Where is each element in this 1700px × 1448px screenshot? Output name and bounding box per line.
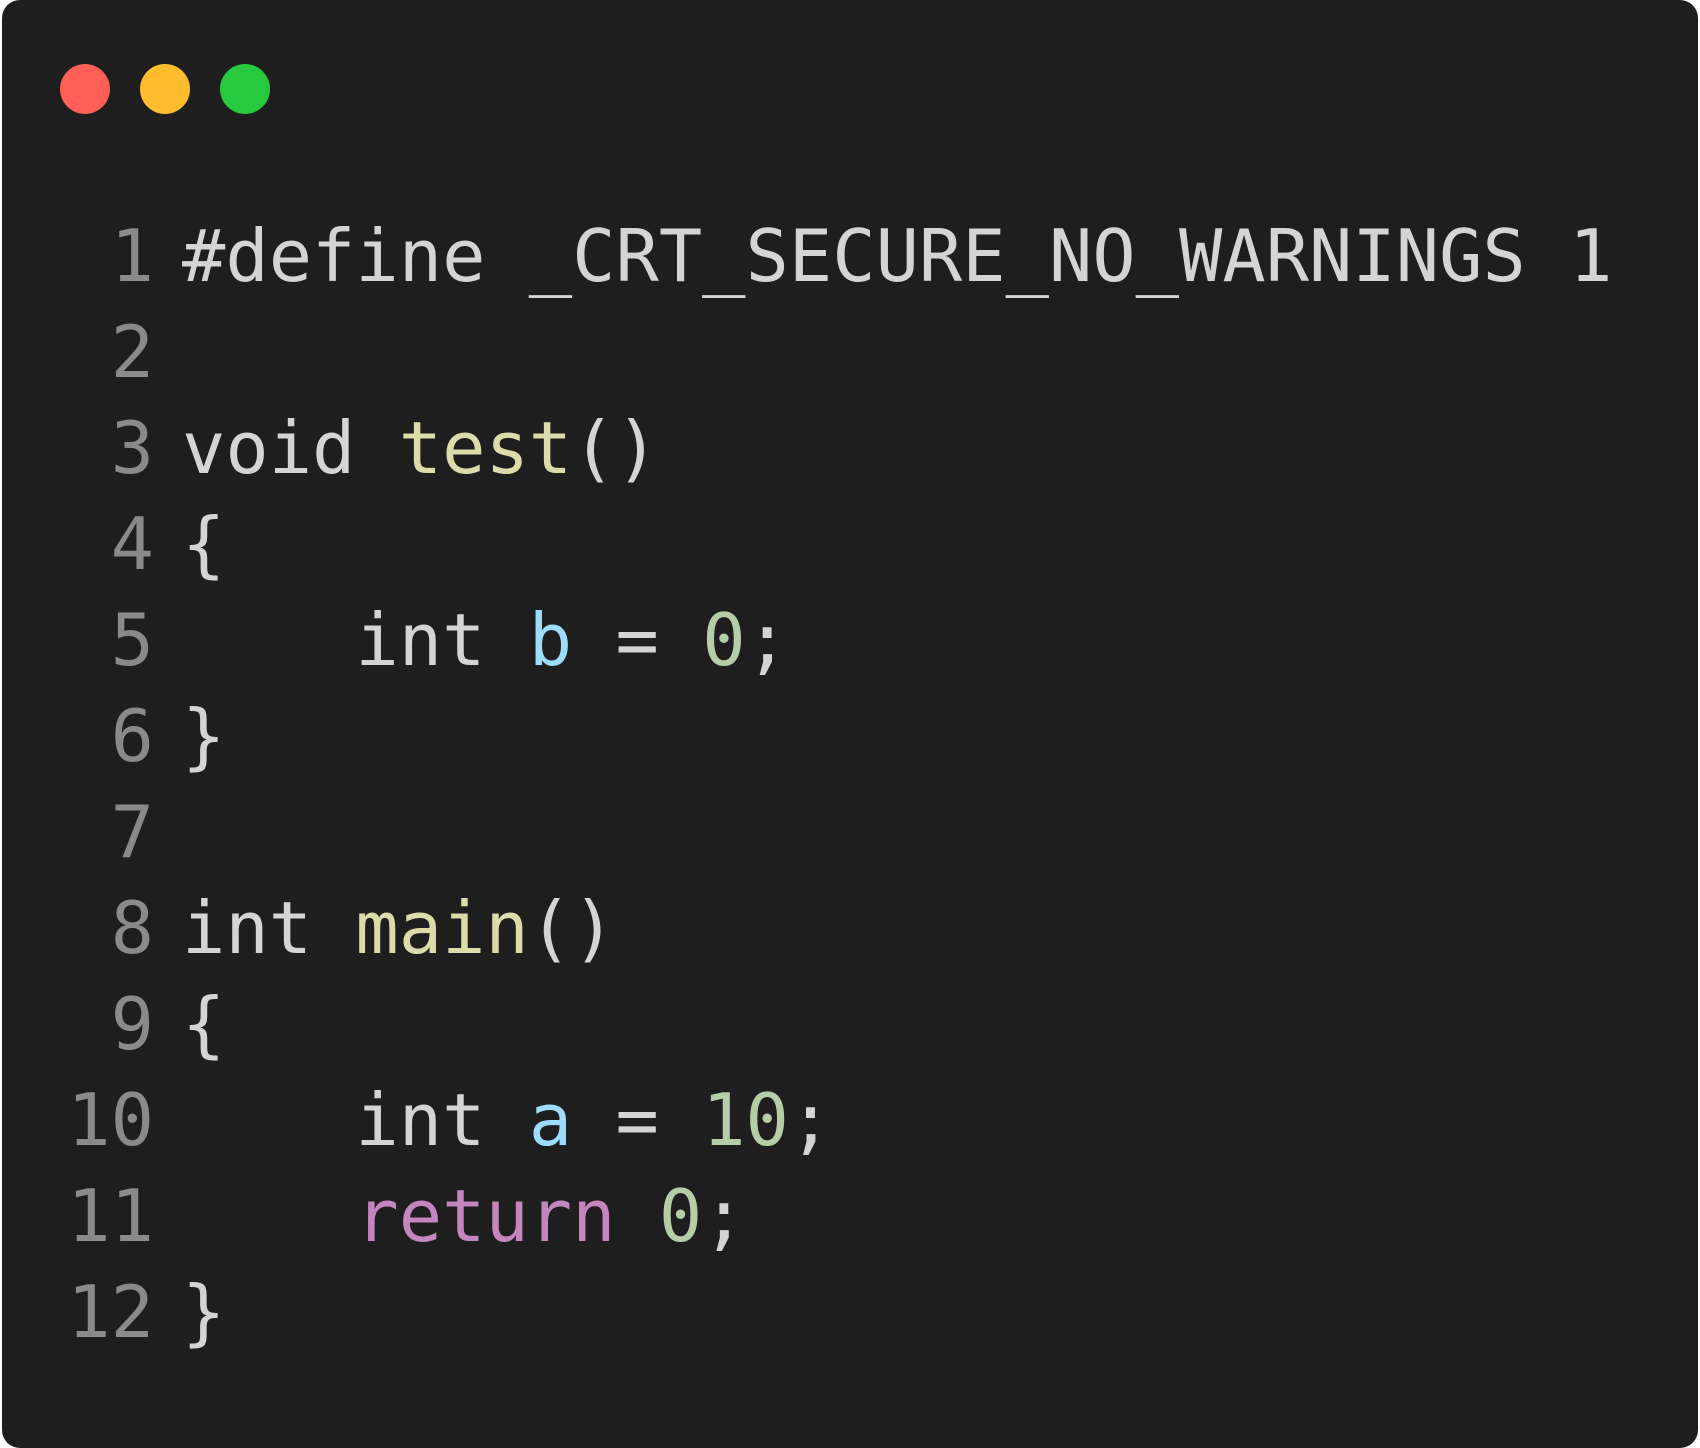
code-line: 9{	[2, 976, 1698, 1072]
code-line: 5 int b = 0;	[2, 592, 1698, 688]
code-line: 10 int a = 10;	[2, 1072, 1698, 1168]
code-window: 1 #define _CRT_SECURE_NO_WARNINGS 1 2 3 void…	[2, 0, 1698, 1448]
code-token-text: int	[182, 886, 356, 970]
code-line: 6}	[2, 688, 1698, 784]
code-line: 3 void test()	[2, 400, 1698, 496]
code-block: 1 #define _CRT_SECURE_NO_WARNINGS 1 2 3 void…	[2, 208, 1698, 1360]
code-line: 8 int main()	[2, 880, 1698, 976]
line-source	[154, 304, 1698, 400]
code-line: 4{	[2, 496, 1698, 592]
code-token-number: 10	[702, 1078, 789, 1162]
code-token-text: int	[182, 1078, 529, 1162]
code-token-variable: a	[528, 1078, 573, 1162]
line-number: 6	[110, 694, 154, 778]
code-token-text: #define _CRT_SECURE_NO_WARNINGS 1	[182, 214, 1613, 298]
code-token-function: test	[398, 406, 573, 490]
code-token-text: }	[182, 694, 226, 778]
code-token-text: int	[182, 598, 529, 682]
line-number: 10	[67, 1078, 154, 1162]
code-token-text: ()	[528, 886, 616, 970]
code-line: 12}	[2, 1264, 1698, 1360]
code-token-text: =	[572, 1078, 703, 1162]
line-source: return 0;	[154, 1168, 1698, 1264]
code-token-text: {	[182, 502, 226, 586]
code-line: 11 return 0;	[2, 1168, 1698, 1264]
line-number: 8	[110, 886, 154, 970]
line-number: 11	[67, 1174, 154, 1258]
line-number: 5	[110, 598, 154, 682]
zoom-button[interactable]	[220, 64, 270, 114]
line-source: int b = 0;	[154, 592, 1698, 688]
window-controls	[60, 64, 270, 114]
line-number: 9	[110, 982, 154, 1066]
code-token-text: ;	[788, 1078, 833, 1162]
code-token-text: }	[182, 1270, 226, 1354]
code-token-number: 0	[658, 1174, 703, 1258]
code-token-text: ;	[745, 598, 789, 682]
code-token-control-keyword: return	[355, 1174, 616, 1258]
line-source: {	[154, 976, 1698, 1072]
line-source: }	[154, 688, 1698, 784]
code-line: 7	[2, 784, 1698, 880]
code-token-number: 0	[702, 598, 746, 682]
line-number: 12	[67, 1270, 154, 1354]
line-number: 1	[110, 214, 154, 298]
line-source: #define _CRT_SECURE_NO_WARNINGS 1	[154, 208, 1698, 304]
line-number: 2	[110, 310, 154, 394]
code-token-text: void	[182, 406, 399, 490]
code-token-text: ()	[572, 406, 659, 490]
code-token-function: main	[355, 886, 529, 970]
line-source: {	[154, 496, 1698, 592]
code-token-text: =	[572, 598, 703, 682]
close-button[interactable]	[60, 64, 110, 114]
line-source: int a = 10;	[154, 1072, 1698, 1168]
code-token-text: {	[182, 982, 226, 1066]
code-token-variable: b	[528, 598, 573, 682]
line-source	[154, 784, 1698, 880]
code-token-text: ;	[702, 1174, 746, 1258]
line-number: 4	[110, 502, 154, 586]
minimize-button[interactable]	[140, 64, 190, 114]
line-number: 7	[110, 790, 154, 874]
line-number: 3	[110, 406, 154, 490]
code-line: 1 #define _CRT_SECURE_NO_WARNINGS 1	[2, 208, 1698, 304]
line-source: void test()	[154, 400, 1698, 496]
code-line: 2	[2, 304, 1698, 400]
line-source: int main()	[154, 880, 1698, 976]
line-source: }	[154, 1264, 1698, 1360]
